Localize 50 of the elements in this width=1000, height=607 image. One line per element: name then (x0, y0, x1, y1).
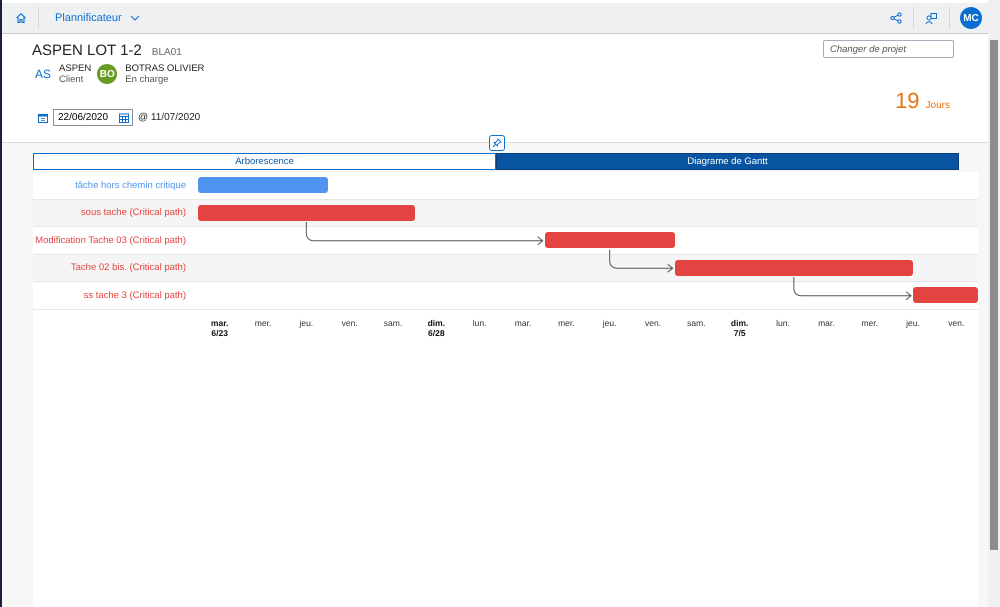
day-label: ven. (342, 318, 358, 328)
start-date-field[interactable]: 22/06/2020 (53, 109, 133, 126)
scrollbar-thumb[interactable] (990, 40, 998, 550)
day-label: jeu. (906, 318, 920, 328)
day-label: dim. (428, 318, 446, 328)
date-label: 6/23 (211, 328, 228, 338)
day-label: mar. (210, 318, 228, 328)
view-tab[interactable]: Arborescence (33, 153, 496, 170)
person-avatar: BO (97, 64, 118, 84)
view-tab[interactable]: Diagrame de Gantt (496, 153, 959, 170)
app-title-menu[interactable]: Plannificateur (49, 11, 146, 25)
day-label: mar. (818, 318, 835, 328)
pin-icon[interactable] (489, 135, 505, 151)
task-name: Modification Tache 03 (Critical path) (34, 234, 187, 246)
day-label: jeu. (602, 318, 617, 328)
task-bar[interactable] (198, 204, 415, 220)
date-label: 6/28 (428, 328, 445, 338)
day-label: sam. (687, 318, 706, 328)
duration-unit: Jours (926, 100, 950, 111)
calendar-icon[interactable] (119, 112, 129, 122)
initials-label: AS (34, 67, 52, 81)
calendar-icon (38, 112, 48, 122)
day-label: lun. (776, 318, 790, 328)
duration-value: 19 (895, 88, 920, 114)
task-bar[interactable] (674, 260, 913, 276)
chevron-down-icon (130, 15, 140, 21)
day-label: mer. (861, 318, 878, 328)
user-avatar[interactable]: MC (960, 7, 982, 29)
person-name: ASPEN (59, 63, 92, 74)
project-search-field[interactable]: Changer de projet (823, 40, 954, 58)
task-name: sous tache (Critical path) (80, 207, 187, 218)
day-label: jeu. (299, 318, 314, 328)
day-label: sam. (384, 318, 402, 328)
day-label: mar. (514, 318, 532, 328)
day-label: mer. (558, 318, 575, 328)
project-code: BLA01 (152, 47, 182, 58)
day-label: ven. (948, 318, 964, 328)
date-label: 7/5 (734, 328, 746, 338)
task-name: Tache 02 bis. (Critical path) (70, 262, 187, 274)
day-label: ven. (644, 318, 662, 328)
day-label: dim. (730, 318, 748, 328)
project-title: ASPEN LOT 1-2 (32, 42, 142, 59)
end-date: @ 11/07/2020 (138, 112, 200, 123)
day-label: mer. (254, 318, 272, 328)
task-name: tâche hors chemin critique (74, 180, 187, 191)
person-role: Client (59, 74, 84, 85)
day-label: lun. (472, 318, 487, 328)
person-role: En charge (125, 74, 170, 85)
task-name: ss tache 3 (Critical path) (82, 290, 187, 301)
person-name: BOTRAS OLIVIER (125, 63, 204, 74)
